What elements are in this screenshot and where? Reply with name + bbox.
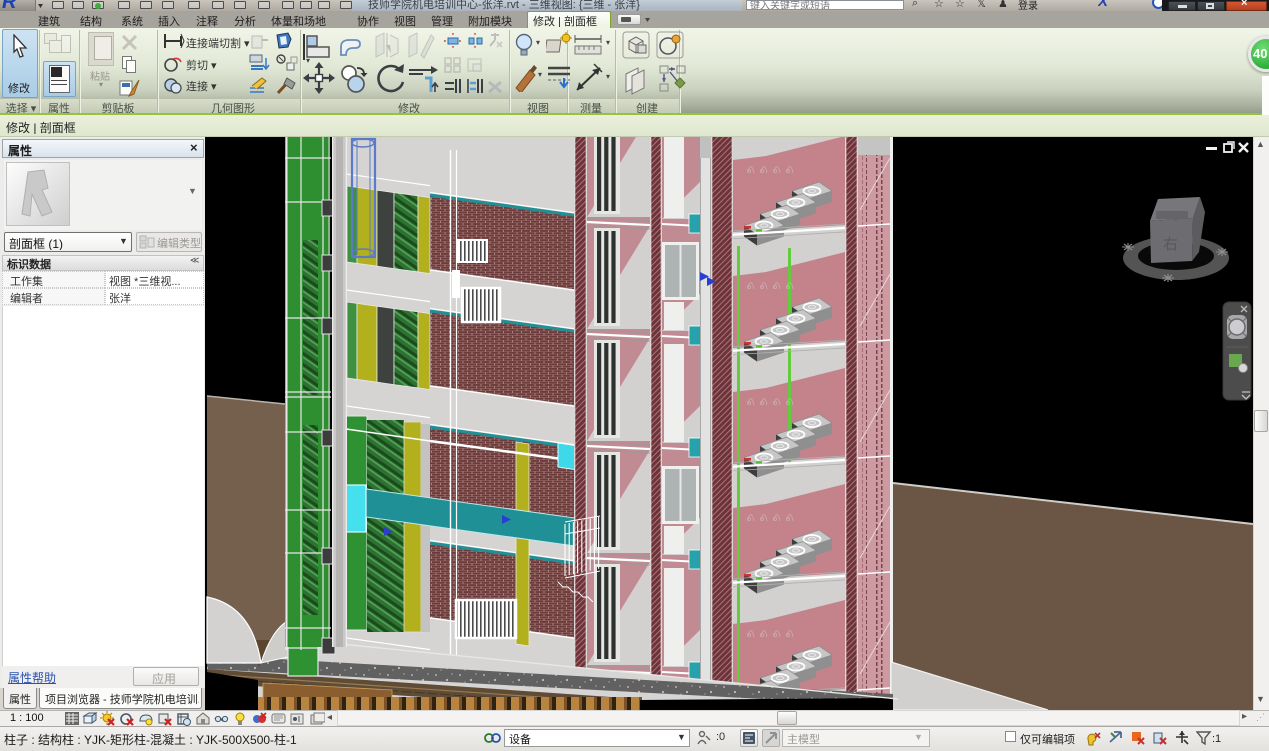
svg-text:右: 右 bbox=[1163, 236, 1178, 253]
